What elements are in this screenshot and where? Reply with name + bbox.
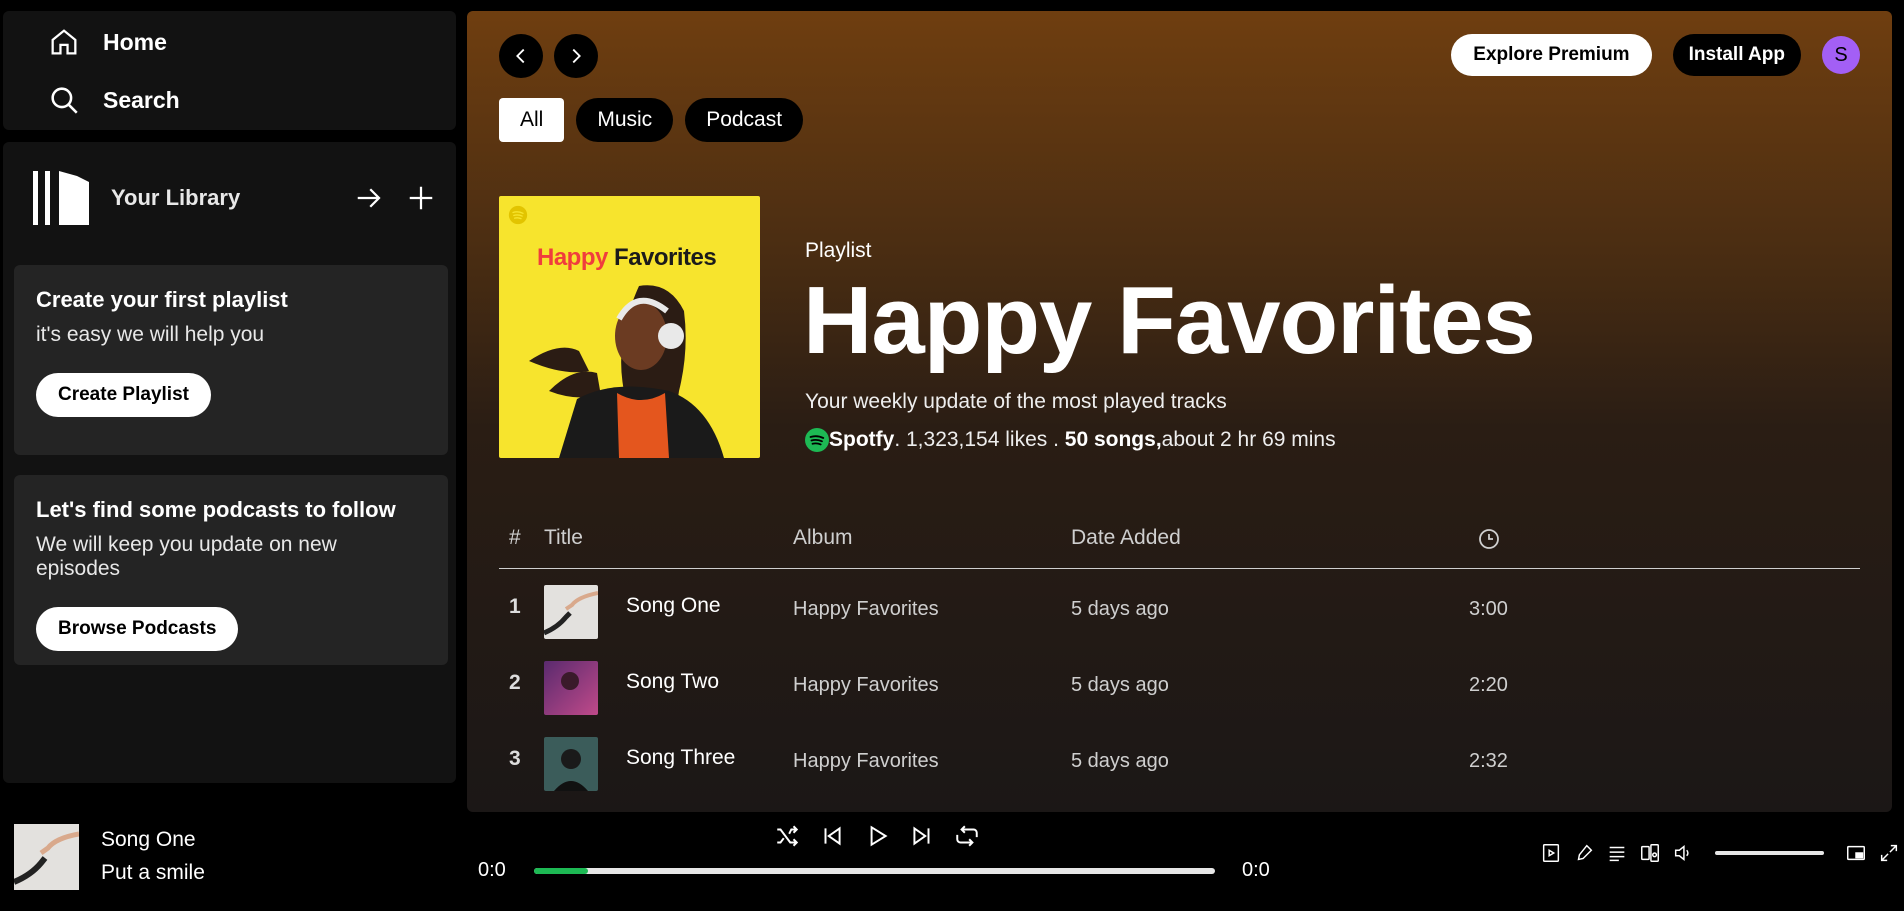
create-playlist-card: Create your first playlist it's easy we … <box>14 265 448 455</box>
volume-icon[interactable] <box>1672 842 1694 864</box>
page-title: Happy Favorites <box>803 267 1536 374</box>
install-app-button[interactable]: Install App <box>1672 34 1801 76</box>
create-playlist-button[interactable]: Create Playlist <box>36 373 211 417</box>
track-album[interactable]: Happy Favorites <box>793 674 939 697</box>
track-duration: 3:00 <box>1469 598 1508 620</box>
player-extras <box>1540 842 1900 864</box>
queue-icon[interactable] <box>1606 842 1628 864</box>
track-title[interactable]: Song Two <box>626 670 719 694</box>
repeat-icon[interactable] <box>954 823 980 849</box>
track-album[interactable]: Happy Favorites <box>793 598 939 621</box>
time-current: 0:0 <box>478 859 506 881</box>
col-title: Title <box>544 526 583 549</box>
nav-home-label: Home <box>103 28 167 55</box>
library-header: Your Library <box>29 168 436 228</box>
spotify-logo-icon <box>805 428 829 452</box>
nav-search[interactable]: Search <box>47 83 180 117</box>
col-num: # <box>509 526 521 549</box>
card-title: Let's find some podcasts to follow <box>36 497 396 522</box>
forward-button[interactable] <box>554 34 598 78</box>
home-icon <box>51 29 77 55</box>
filter-chip-music[interactable]: Music <box>576 98 674 142</box>
col-date: Date Added <box>1071 526 1181 549</box>
track-number: 1 <box>509 595 521 618</box>
track-title[interactable]: Song One <box>626 594 721 618</box>
card-title: Create your first playlist <box>36 287 288 312</box>
time-total: 0:0 <box>1242 859 1270 881</box>
browse-podcasts-button[interactable]: Browse Podcasts <box>36 607 239 651</box>
connect-device-icon[interactable] <box>1639 842 1661 864</box>
table-row[interactable]: 1 Song One Happy Favorites 5 days ago 3:… <box>499 577 1860 639</box>
arrow-right-icon[interactable] <box>354 183 384 213</box>
track-thumbnail <box>544 737 598 791</box>
col-album: Album <box>793 526 853 549</box>
playlist-song-count: 50 songs, <box>1064 428 1162 451</box>
track-album[interactable]: Happy Favorites <box>793 750 939 773</box>
lyrics-icon[interactable] <box>1573 842 1595 864</box>
playlist-duration: about 2 hr 69 mins <box>1161 428 1336 451</box>
track-date-added: 5 days ago <box>1071 598 1169 620</box>
library-icon[interactable] <box>29 168 89 228</box>
chevron-right-icon <box>572 48 581 64</box>
track-date-added: 5 days ago <box>1071 750 1169 772</box>
playback-controls <box>774 823 980 849</box>
track-date-added: 5 days ago <box>1071 674 1169 696</box>
playlist-owner[interactable]: Spotfy <box>829 428 894 452</box>
now-playing-artist[interactable]: Put a smile <box>101 861 205 885</box>
nav-search-label: Search <box>103 86 180 113</box>
track-duration: 2:32 <box>1469 750 1508 772</box>
next-icon[interactable] <box>909 823 935 849</box>
clock-icon <box>1479 529 1499 549</box>
mini-player-icon[interactable] <box>1845 842 1867 864</box>
track-thumbnail <box>544 661 598 715</box>
filter-chips: All Music Podcast <box>499 98 804 142</box>
player-bar: Song One Put a smile 0:0 0:0 <box>0 812 1904 911</box>
main-content: Explore Premium Install App S All Music … <box>467 11 1892 812</box>
library-title[interactable]: Your Library <box>111 185 354 211</box>
track-number: 2 <box>509 671 521 694</box>
track-duration: 2:20 <box>1469 674 1508 696</box>
table-row[interactable]: 3 Song Three Happy Favorites 5 days ago … <box>499 729 1860 791</box>
progress-fill <box>534 868 589 874</box>
track-thumbnail <box>544 585 598 639</box>
spotify-logo-icon <box>508 205 528 225</box>
cover-photo <box>529 285 724 458</box>
chevron-left-icon <box>516 48 525 64</box>
now-playing-view-icon[interactable] <box>1540 842 1562 864</box>
cover-title: Happy Favorites <box>537 244 717 271</box>
filter-chip-podcast[interactable]: Podcast <box>685 98 804 142</box>
table-row[interactable]: 2 Song Two Happy Favorites 5 days ago 2:… <box>499 653 1860 715</box>
back-button[interactable] <box>499 34 543 78</box>
shuffle-icon[interactable] <box>774 823 800 849</box>
previous-icon[interactable] <box>819 823 845 849</box>
playlist-likes: . 1,323,154 likes . <box>894 428 1065 451</box>
nav-panel: Home Search <box>3 11 456 130</box>
now-playing-thumbnail <box>14 824 79 890</box>
card-desc: We will keep you update on new episodes <box>36 533 337 580</box>
progress-bar[interactable] <box>534 868 1215 874</box>
avatar[interactable]: S <box>1822 36 1860 74</box>
search-icon <box>51 87 78 114</box>
fullscreen-icon[interactable] <box>1878 842 1900 864</box>
library-panel: Your Library Create your first playlist … <box>3 142 456 783</box>
volume-slider[interactable] <box>1715 851 1824 855</box>
playlist-description: Your weekly update of the most played tr… <box>805 390 1227 413</box>
header-actions: Explore Premium Install App S <box>1451 34 1860 76</box>
playlist-meta: Spotfy . 1,323,154 likes . 50 songs, abo… <box>805 428 1336 452</box>
table-header: # Title Album Date Added <box>499 511 1860 569</box>
now-playing-title[interactable]: Song One <box>101 828 196 852</box>
nav-home[interactable]: Home <box>47 25 167 59</box>
playlist-cover: Happy Favorites <box>499 196 760 458</box>
filter-chip-all[interactable]: All <box>499 98 565 142</box>
explore-premium-button[interactable]: Explore Premium <box>1451 34 1652 76</box>
podcasts-card: Let's find some podcasts to follow We wi… <box>14 475 448 665</box>
play-icon[interactable] <box>864 823 890 849</box>
card-desc: it's easy we will help you <box>36 323 265 346</box>
plus-icon[interactable] <box>406 183 436 213</box>
track-title[interactable]: Song Three <box>626 746 735 770</box>
playlist-type: Playlist <box>805 239 872 262</box>
track-number: 3 <box>509 747 521 770</box>
